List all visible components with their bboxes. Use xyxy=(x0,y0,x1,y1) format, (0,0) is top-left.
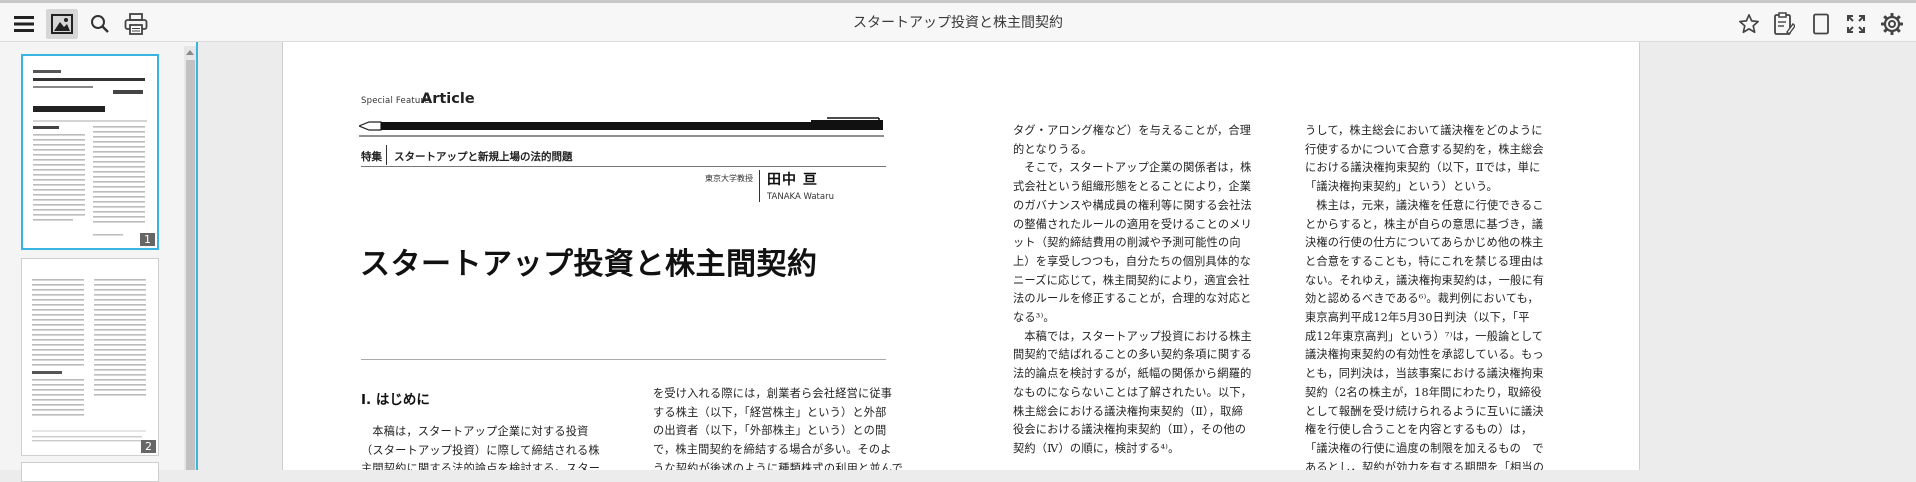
notes-icon xyxy=(1774,12,1795,36)
thumbnail-image xyxy=(33,70,147,236)
text-line: を受け入れる際には，創業者ら会社経営に従事 xyxy=(653,387,893,400)
text-line: とからすると，株主が自らの意思に基づき，議 xyxy=(1305,217,1544,231)
body-column-3: タグ・アロング権など）を与えることが，合理 的となりうる。 そこで，スタートアッ… xyxy=(1013,122,1271,459)
section-heading: Ⅰ. はじめに xyxy=(361,392,430,408)
text-line: 行使するかについて合意する契約を，株主総会 xyxy=(1305,142,1544,156)
document-viewer[interactable]: Special Feature Article 特集 スタートアップと新規上場の… xyxy=(198,42,1916,470)
text-line: 上）を享受しつつも，自分たちの個別具体的な xyxy=(1013,254,1252,268)
text-line: 「議決権の行使に過度の制限を加えるもの で xyxy=(1305,441,1544,455)
text-line: ない。それゆえ，議決権拘束契約は，一般に有 xyxy=(1305,273,1545,287)
text-line: ット（契約締結費用の削減や予測可能性の向 xyxy=(1013,236,1241,250)
article-title: スタートアップ投資と株主間契約 xyxy=(360,247,818,282)
scroll-up-arrow-icon[interactable] xyxy=(185,48,195,56)
notes-button[interactable] xyxy=(1768,9,1800,39)
text-line: の整備されたルールの適用を受けることのメリ xyxy=(1013,217,1253,231)
body-column-2: を受け入れる際には，創業者ら会社経営に従事 する株主（以下，「経営株主」という）… xyxy=(653,385,911,470)
page-number-badge: 1 xyxy=(140,233,155,246)
bookmark-button[interactable] xyxy=(1733,9,1765,39)
text-line: あるとし，契約が効力を有する期間を「相当の xyxy=(1305,460,1545,470)
menu-icon xyxy=(14,16,34,32)
page-thumbnail-2[interactable]: 2 xyxy=(21,258,159,456)
text-line: そこで，スタートアップ企業の関係者は，株 xyxy=(1024,161,1252,175)
text-line: 株主総会における議決権拘束契約（Ⅱ），取締 xyxy=(1013,404,1243,418)
text-line: （スタートアップ投資）に際して締結される株 xyxy=(361,443,600,457)
print-button[interactable] xyxy=(120,9,152,39)
text-line: 間契約で結ばれることの多い契約条項に関する xyxy=(1013,348,1253,362)
text-line: うな契約が後述のように種類株式の利用と並んで xyxy=(653,461,903,470)
page-number-badge: 2 xyxy=(141,440,156,453)
text-line: 契約（Ⅳ）の順に，検討する⁴⁾。 xyxy=(1013,441,1180,455)
page-thumbnail-3[interactable] xyxy=(21,462,159,482)
text-line: における議決権拘束契約（以下，Ⅱでは，単に xyxy=(1305,161,1541,175)
text-line: 株主は，元来，議決権を任意に行使できるこ xyxy=(1316,198,1544,212)
author-divider xyxy=(759,170,760,202)
feature-divider xyxy=(386,145,387,165)
text-line: として報酬を受け続けられるように互いに議決 xyxy=(1305,404,1544,418)
text-line: 法のルールを修正することが，合理的な対応と xyxy=(1013,292,1252,306)
text-line: 「議決権拘束契約」という）という。 xyxy=(1305,180,1498,194)
text-line: の出資者（以下，「外部株主」という）との間 xyxy=(653,424,887,438)
sidebar-scrollbar-thumb[interactable] xyxy=(186,60,195,470)
feature-title: スタートアップと新規上場の法的問題 xyxy=(394,151,573,163)
text-line: なものにならないことは了解されたい。以下， xyxy=(1013,385,1253,399)
text-line: うして，株主総会において議決権をどのように xyxy=(1305,124,1543,137)
text-line: 式会社という組織形態をとることにより，企業 xyxy=(1013,180,1252,194)
feature-label: 特集 xyxy=(361,151,382,163)
article-label: Article xyxy=(421,91,475,107)
star-icon xyxy=(1739,14,1759,34)
text-line: 権を行使し合うことを内容とするもの）は， xyxy=(1305,423,1533,437)
thumbnail-image xyxy=(32,279,146,442)
image-icon xyxy=(51,14,73,34)
text-line: 成12年東京高判」という）⁷⁾は，一般論として xyxy=(1305,329,1544,343)
text-line: タグ・アロング権など）を与えることが，合理 xyxy=(1013,124,1252,137)
text-line: 本稿では，スタートアップ投資における株主 xyxy=(1024,329,1252,343)
document-title: スタートアップ投資と株主間契約 xyxy=(853,15,1063,31)
text-line: 議決権拘束契約の有効性を承認している。もっ xyxy=(1305,348,1544,362)
text-line: 契約（2名の株主が，18年間にわたり，取締役 xyxy=(1305,385,1542,399)
text-line: 東京高判平成12年5月30日判決（以下，「平 xyxy=(1305,311,1530,325)
page-view-icon xyxy=(1813,13,1829,35)
menu-button[interactable] xyxy=(8,9,40,39)
author-name: 田中 亘 xyxy=(767,172,818,188)
fullscreen-button[interactable] xyxy=(1840,9,1872,39)
top-toolbar: スタートアップ投資と株主間契約 xyxy=(0,0,1916,42)
text-line: なる³⁾。 xyxy=(1013,311,1055,325)
text-line: のガバナンスや構成員の権利等に関する会社法 xyxy=(1013,198,1252,212)
page-thumbnail-1[interactable]: 1 xyxy=(21,54,159,250)
text-line: 法的論点を検討するが，紙幅の関係から網羅的 xyxy=(1013,367,1252,381)
page-view-button[interactable] xyxy=(1805,9,1837,39)
text-line: 役会における議決権拘束契約（Ⅲ），その他の xyxy=(1013,423,1247,437)
text-line: ニーズに応じて，株主間契約により，適宜会社 xyxy=(1013,273,1250,287)
search-button[interactable] xyxy=(84,9,116,39)
special-feature-label: Special Feature xyxy=(361,96,430,106)
title-divider xyxy=(361,359,886,360)
print-icon xyxy=(124,13,148,35)
author-romaji: TANAKA Wataru xyxy=(767,192,834,202)
settings-button[interactable] xyxy=(1876,9,1908,39)
image-view-button[interactable] xyxy=(46,9,78,39)
text-line: で，株主間契約を締結する場合が多い。そのよ xyxy=(653,443,892,457)
body-column-1: 本稿は，スタートアップ企業に対する投資 （スタートアップ投資）に際して締結される… xyxy=(361,423,619,470)
thumbnail-sidebar: 1 2 xyxy=(0,42,198,482)
fullscreen-icon xyxy=(1847,15,1865,33)
text-line: 主間契約に関する法的論点を検討する。スター xyxy=(361,462,601,470)
text-line: する株主（以下，「経営株主」という）と外部 xyxy=(653,405,887,419)
text-line: と合意をすることも，特にこれを禁じる理由は xyxy=(1305,254,1544,268)
pen-rule-graphic xyxy=(359,117,884,137)
text-line: 決権の行使の仕方についてあらかじめ他の株主 xyxy=(1305,236,1544,250)
pdf-page: Special Feature Article 特集 スタートアップと新規上場の… xyxy=(282,42,1640,470)
body-column-4: うして，株主総会において議決権をどのように 行使するかについて合意する契約を，株… xyxy=(1305,122,1563,470)
text-line: 効と認めるべきである⁶⁾。裁判例においても， xyxy=(1305,292,1539,306)
text-line: 的となりうる。 xyxy=(1013,142,1093,156)
gear-icon xyxy=(1881,13,1903,35)
text-line: とも，同判決は，当該事案における議決権拘束 xyxy=(1305,367,1544,381)
author-affiliation: 東京大学教授 xyxy=(705,174,753,183)
search-icon xyxy=(91,15,109,33)
text-line: 本稿は，スタートアップ企業に対する投資 xyxy=(372,425,589,438)
feature-underline xyxy=(361,166,886,167)
